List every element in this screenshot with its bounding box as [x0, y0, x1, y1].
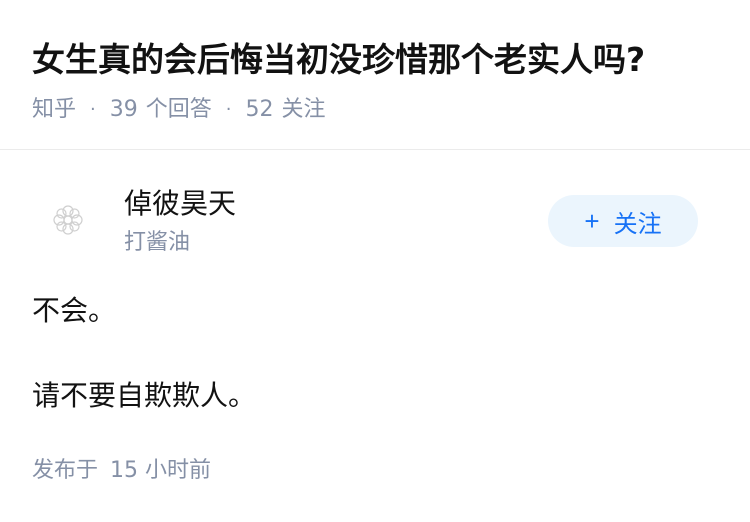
avatar[interactable]: [34, 186, 102, 254]
flower-logo-icon: [53, 205, 83, 235]
answers-label: 个回答: [145, 97, 212, 122]
published-label: 发布于: [32, 458, 99, 483]
author-name[interactable]: 倬彼昊天: [124, 186, 236, 222]
meta-separator: ·: [225, 99, 232, 120]
answer-paragraph: 请不要自欺欺人。: [32, 379, 257, 412]
follow-button-label: 关注: [613, 210, 662, 238]
author-headline: 打酱油: [124, 230, 191, 255]
published-time: 发布于 15 小时前: [32, 455, 211, 487]
question-header: 女生真的会后悔当初没珍惜那个老实人吗? 知乎 · 39 个回答 · 52 关注: [0, 0, 750, 150]
followers-label: 关注: [281, 97, 326, 122]
published-time-value: 15 小时前: [110, 458, 212, 483]
followers-count: 52: [245, 97, 274, 122]
question-title[interactable]: 女生真的会后悔当初没珍惜那个老实人吗?: [32, 38, 645, 82]
question-meta: 知乎 · 39 个回答 · 52 关注: [32, 94, 326, 126]
answers-count: 39: [109, 97, 138, 122]
answer-paragraph: 不会。: [32, 294, 117, 327]
source-label[interactable]: 知乎: [32, 94, 76, 126]
plus-icon: +: [584, 206, 600, 236]
follow-button[interactable]: + 关注: [548, 195, 698, 247]
meta-separator: ·: [90, 99, 96, 120]
